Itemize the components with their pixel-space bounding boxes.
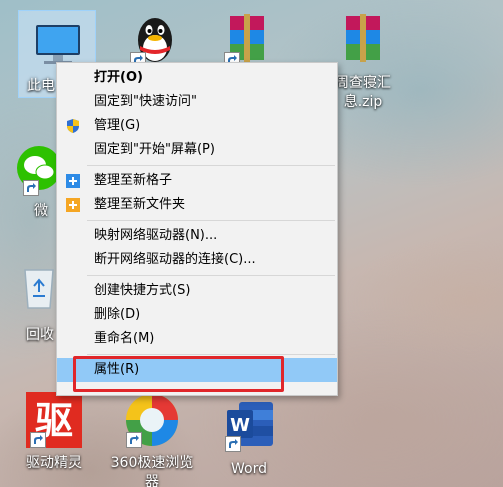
menu-item-label: 整理至新文件夹 (94, 197, 186, 212)
menu-item-delete[interactable]: 删除(D) (57, 303, 337, 327)
shield-icon (65, 118, 81, 134)
plus-icon (65, 173, 81, 189)
annotation-highlight-box (73, 356, 284, 392)
word-desktop-icon[interactable]: W Word (210, 396, 288, 479)
browser-360-label-line1: 360极速浏览 (110, 455, 194, 471)
shortcut-arrow-icon (23, 180, 39, 196)
context-menu: 打开(O) 固定到"快速访问" 管理(G) 固定到"开始"屏幕(P) 整理至新格… (56, 62, 338, 396)
menu-item-label: 映射网络驱动器(N)... (94, 228, 218, 243)
menu-item-new-folder[interactable]: 整理至新文件夹 (57, 193, 337, 217)
menu-item-new-grid[interactable]: 整理至新格子 (57, 169, 337, 193)
menu-separator (87, 220, 335, 221)
recycle-bin-icon (17, 262, 61, 310)
shortcut-arrow-icon (126, 432, 142, 448)
menu-item-label: 打开(O) (94, 70, 143, 85)
menu-item-open[interactable]: 打开(O) (57, 66, 337, 90)
qudong-app-icon: 驱 (24, 390, 84, 450)
menu-item-create-shortcut[interactable]: 创建快捷方式(S) (57, 279, 337, 303)
shortcut-arrow-icon (225, 436, 241, 452)
menu-separator (87, 165, 335, 166)
menu-item-rename[interactable]: 重命名(M) (57, 327, 337, 351)
menu-item-pin-start[interactable]: 固定到"开始"屏幕(P) (57, 138, 337, 162)
browser-360-desktop-icon[interactable]: 360极速浏览 器 (104, 390, 200, 487)
browser-360-icon (122, 390, 182, 450)
menu-separator (87, 354, 335, 355)
winrar-books-icon (218, 10, 276, 68)
plus-folder-icon (65, 197, 81, 213)
word-label: Word (231, 461, 267, 477)
menu-item-map-drive[interactable]: 映射网络驱动器(N)... (57, 224, 337, 248)
svg-text:W: W (230, 415, 250, 436)
browser-360-label-line2: 器 (145, 474, 159, 487)
qq-desktop-icon[interactable] (116, 10, 194, 68)
menu-item-label: 重命名(M) (94, 331, 155, 346)
menu-item-manage[interactable]: 管理(G) (57, 114, 337, 138)
menu-item-pin-quick-access[interactable]: 固定到"快速访问" (57, 90, 337, 114)
menu-item-label: 断开网络驱动器的连接(C)... (94, 252, 256, 267)
word-app-icon: W (221, 396, 277, 452)
menu-separator (87, 275, 335, 276)
menu-item-label: 创建快捷方式(S) (94, 283, 191, 298)
menu-item-label: 删除(D) (94, 307, 141, 322)
qudong-desktop-icon[interactable]: 驱 驱动精灵 (12, 390, 96, 473)
menu-item-label: 整理至新格子 (94, 173, 173, 188)
menu-item-label: 固定到"快速访问" (94, 94, 197, 109)
winrar-archive-icon-1[interactable] (208, 10, 286, 68)
winrar-books-icon (334, 10, 392, 68)
qq-penguin-icon (126, 10, 184, 68)
menu-item-label: 固定到"开始"屏幕(P) (94, 142, 215, 157)
shortcut-arrow-icon (30, 432, 46, 448)
qudong-label: 驱动精灵 (26, 455, 82, 471)
menu-item-label: 管理(G) (94, 118, 141, 133)
menu-item-disconnect-drive[interactable]: 断开网络驱动器的连接(C)... (57, 248, 337, 272)
